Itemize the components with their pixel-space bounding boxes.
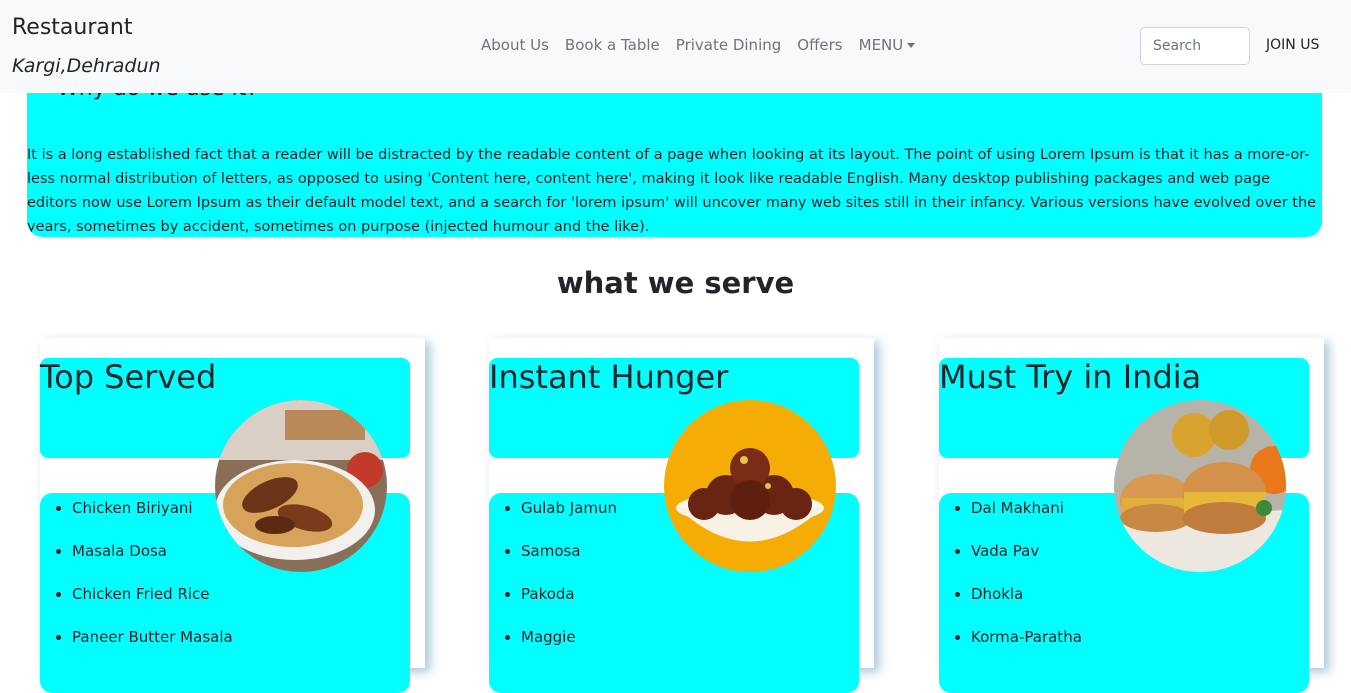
card-list: Chicken Biriyani Masala Dosa Chicken Fri…: [40, 493, 233, 665]
list-item: Samosa: [521, 536, 617, 579]
card-title: Top Served: [40, 358, 217, 396]
why-paragraph: It is a long established fact that a rea…: [27, 147, 1317, 235]
list-item: Pakoda: [521, 579, 617, 622]
card-list: Dal Makhani Vada Pav Dhokla Korma-Parath…: [939, 493, 1082, 665]
list-item: Chicken Biriyani: [72, 493, 233, 536]
vada-pav-image: [1114, 400, 1286, 572]
brand-subtitle: Kargi,Dehradun: [12, 55, 161, 77]
card-instant-hunger: Instant Hunger Gulab Jamun Samosa Pakoda…: [489, 338, 874, 693]
serve-title: what we serve: [556, 266, 795, 300]
brand-title[interactable]: Restaurant: [12, 15, 132, 40]
list-item: Maggie: [521, 622, 617, 665]
nav-menu-dropdown[interactable]: MENU: [859, 36, 916, 54]
list-item: Korma-Paratha: [971, 622, 1082, 665]
list-item: Dal Makhani: [971, 493, 1082, 536]
nav-book-table[interactable]: Book a Table: [565, 36, 660, 54]
list-item: Dhokla: [971, 579, 1082, 622]
search-input[interactable]: [1140, 27, 1250, 65]
menu-label: MENU: [858, 36, 904, 54]
list-item: Chicken Fried Rice: [72, 579, 233, 622]
list-item: Gulab Jamun: [521, 493, 617, 536]
list-item: Vada Pav: [971, 536, 1082, 579]
navbar: Restaurant Kargi,Dehradun About Us Book …: [0, 0, 1351, 93]
nav-private-dining[interactable]: Private Dining: [676, 36, 781, 54]
nav-links: About Us Book a Table Private Dining Off…: [481, 36, 931, 54]
card-title: Instant Hunger: [489, 358, 729, 396]
list-item: Masala Dosa: [72, 536, 233, 579]
caret-down-icon: [907, 43, 916, 48]
biryani-image: [215, 400, 387, 572]
nav-about-us[interactable]: About Us: [481, 36, 549, 54]
join-us-button[interactable]: JOIN US: [1266, 37, 1319, 53]
why-section: Why do we use it? It is a long establish…: [27, 70, 1322, 237]
gulab-jamun-image: [664, 400, 836, 572]
nav-offers[interactable]: Offers: [797, 36, 842, 54]
card-title: Must Try in India: [939, 358, 1202, 396]
card-list: Gulab Jamun Samosa Pakoda Maggie: [489, 493, 617, 665]
list-item: Paneer Butter Masala: [72, 622, 233, 665]
card-top-served: Top Served Chicken Biriyani Masala Dosa …: [40, 338, 425, 693]
card-must-try: Must Try in India Dal Makhani Vada Pav D…: [939, 338, 1324, 693]
